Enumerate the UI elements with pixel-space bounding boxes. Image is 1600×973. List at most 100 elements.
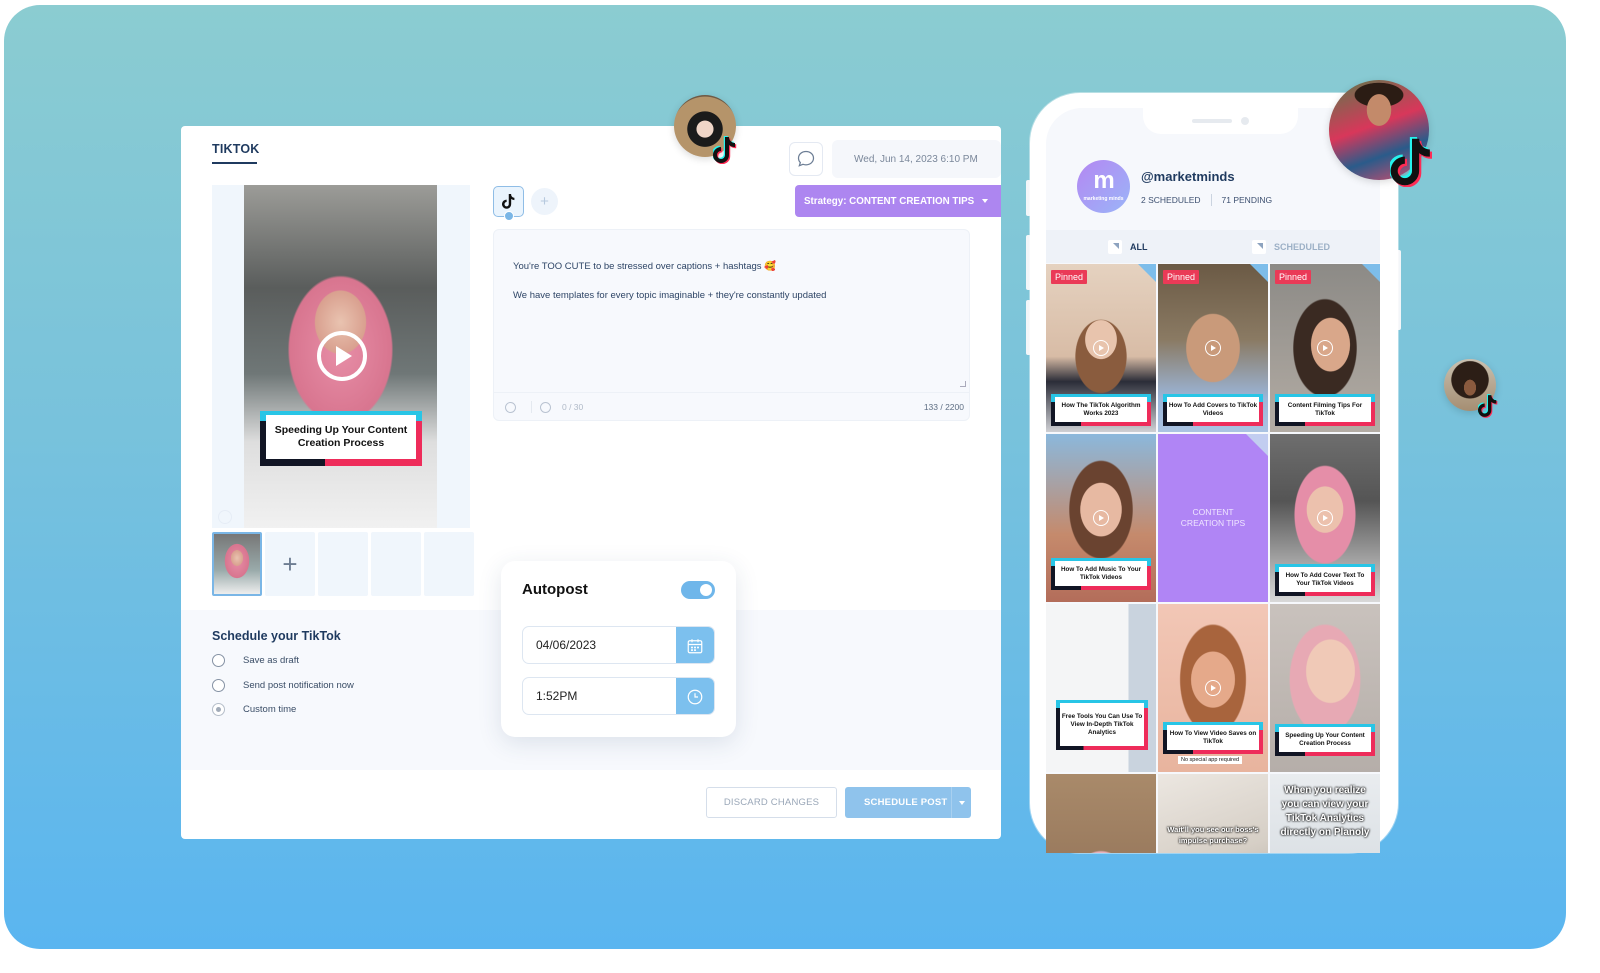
add-network-button[interactable]: + [531,188,558,215]
character-count: 133 / 2200 [923,402,964,412]
play-icon[interactable] [317,331,367,381]
corner-marker [1138,264,1156,282]
tile-title: How To Add Music To Your TikTok Videos [1055,561,1147,586]
post-tile[interactable] [1046,774,1156,853]
time-value: 1:52PM [536,689,578,703]
add-media-button[interactable]: + [265,532,315,596]
radio-save-draft[interactable]: Save as draft [212,654,299,667]
post-tile[interactable]: When you realize you can view your TikTo… [1270,774,1380,853]
corner-marker [1250,264,1268,282]
thumbnail-selected[interactable] [212,532,262,596]
pending-count: 71 PENDING [1221,195,1273,205]
pinned-badge: Pinned [1051,270,1088,284]
tile-placeholder-label: CONTENT CREATION TIPS [1180,507,1246,528]
autopost-title: Autopost [522,581,588,598]
autopost-panel: Autopost 04/06/2023 1:52PM [501,561,736,737]
post-tile[interactable]: Speeding Up Your Content Creation Proces… [1270,604,1380,772]
tile-title-card: Speeding Up Your Content Creation Proces… [1275,724,1375,756]
post-tile[interactable]: Pinned How The TikTok Algorithm Works 20… [1046,264,1156,432]
brand-logo-sub: marketing minds [1083,196,1124,202]
radio-button[interactable] [212,654,225,667]
corner-marker [1246,434,1268,456]
emoji-icon[interactable] [505,402,516,413]
tile-title: How To Add Covers to TikTok Videos [1167,397,1259,422]
hashtag-count: 0 / 30 [562,402,584,412]
caption-content: You're TOO CUTE to be stressed over capt… [513,252,826,310]
tile-title: How To View Video Saves on TikTok [1167,725,1259,750]
play-icon [1093,340,1109,356]
strategy-label: Strategy: CONTENT CREATION TIPS [804,195,975,207]
tab-active-indicator [212,162,257,164]
camera [1241,117,1249,125]
time-input[interactable]: 1:52PM [522,677,715,715]
tile-title: Free Tools You Can Use To View In-Depth … [1060,703,1144,746]
post-tile[interactable]: How To Add Music To Your TikTok Videos [1046,434,1156,602]
radio-label: Custom time [243,704,297,715]
post-tile[interactable]: Wait'll you see our boss's impulse purch… [1158,774,1268,853]
chevron-down-icon [982,199,989,203]
hashtag-icon[interactable] [540,402,551,413]
radio-label: Send post notification now [243,680,354,691]
corner-marker [1362,264,1380,282]
tab-tiktok[interactable]: TIKTOK [212,142,260,156]
phone-tabs: ALL SCHEDULED [1046,230,1380,263]
tab-label: SCHEDULED [1274,242,1331,252]
radio-label: Save as draft [243,655,299,666]
account-handle: @marketminds [1141,169,1235,184]
small-play-icon[interactable] [218,510,232,524]
calendar-icon [687,639,703,654]
schedule-options-dropdown[interactable] [951,787,971,818]
post-tile[interactable]: Pinned Content Filming Tips For TikTok [1270,264,1380,432]
post-tile[interactable]: Free Tools You Can Use To View In-Depth … [1046,604,1156,772]
cover-text: Speeding Up Your Content Creation Proces… [266,415,416,459]
tile-title-card: How The TikTok Algorithm Works 2023 [1051,394,1151,426]
pinned-badge: Pinned [1163,270,1200,284]
thumbnail-slot[interactable] [318,532,368,596]
tiktok-icon [502,194,515,209]
thumbnail-slot[interactable] [424,532,474,596]
date-input[interactable]: 04/06/2023 [522,626,715,664]
tile-title: How The TikTok Algorithm Works 2023 [1055,397,1147,422]
clock-button[interactable] [676,678,714,714]
post-tile[interactable]: Pinned How To Add Covers to TikTok Video… [1158,264,1268,432]
footer-actions: DISCARD CHANGES SCHEDULE POST [706,787,971,818]
resize-handle[interactable] [960,381,966,387]
tile-title-card: Content Filming Tips For TikTok [1275,394,1375,426]
calendar-button[interactable] [676,627,714,663]
post-tile[interactable]: How To Add Cover Text To Your TikTok Vid… [1270,434,1380,602]
phone-mockup: m marketing minds @marketminds 2 SCHEDUL… [1030,93,1398,853]
speaker [1192,119,1232,123]
comment-button[interactable] [789,142,823,176]
tile-title: Content Filming Tips For TikTok [1279,397,1371,422]
radio-custom-time[interactable]: Custom time [212,703,296,716]
tile-title-card: How To Add Cover Text To Your TikTok Vid… [1275,564,1375,596]
brand-logo: m marketing minds [1077,160,1130,213]
caption-textarea[interactable]: You're TOO CUTE to be stressed over capt… [493,229,970,421]
discard-changes-button[interactable]: DISCARD CHANGES [706,787,837,818]
scheduled-date-display[interactable]: Wed, Jun 14, 2023 6:10 PM [832,140,1001,178]
tiktok-logo-icon [1390,137,1433,187]
tile-title-card: How To View Video Saves on TikTok [1163,722,1263,754]
media-thumbnails: + [212,532,474,596]
date-value: 04/06/2023 [536,638,597,652]
strategy-dropdown[interactable]: Strategy: CONTENT CREATION TIPS [795,185,1001,217]
account-stats: 2 SCHEDULED 71 PENDING [1141,194,1272,206]
caption-toolbar: 0 / 30 133 / 2200 [494,392,969,421]
tab-scheduled[interactable]: SCHEDULED [1252,240,1330,254]
tab-all[interactable]: ALL [1108,240,1148,254]
radio-button[interactable] [212,679,225,692]
post-tile-placeholder[interactable]: CONTENT CREATION TIPS [1158,434,1268,602]
tile-title-card: How To Add Covers to TikTok Videos [1163,394,1263,426]
schedule-post-button[interactable]: SCHEDULE POST [845,787,971,818]
phone-screen: m marketing minds @marketminds 2 SCHEDUL… [1046,108,1380,853]
radio-send-notification[interactable]: Send post notification now [212,679,354,692]
post-tile[interactable]: How To View Video Saves on TikTok No spe… [1158,604,1268,772]
radio-button-selected[interactable] [212,703,225,716]
play-icon [1093,510,1109,526]
plus-icon: + [282,548,298,579]
thumbnail-slot[interactable] [371,532,421,596]
autopost-toggle[interactable] [681,581,715,599]
tiktok-logo-icon [713,136,737,164]
check-icon [504,211,514,221]
tile-title: How To Add Cover Text To Your TikTok Vid… [1279,567,1371,592]
